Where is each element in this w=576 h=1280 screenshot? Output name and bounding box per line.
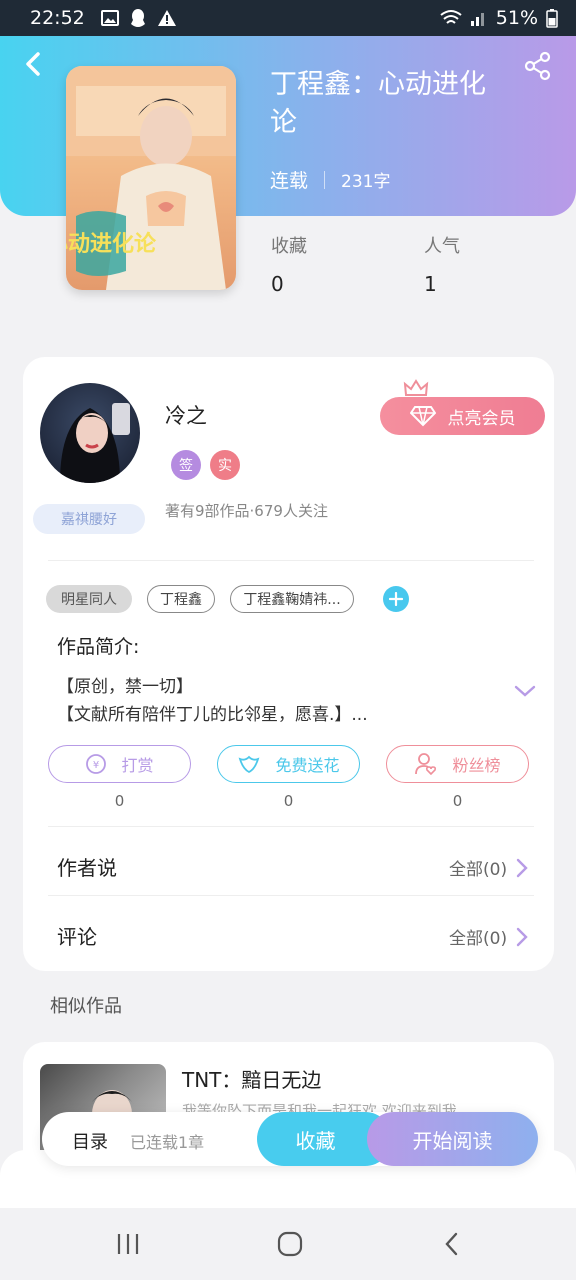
reward-label: 打赏 bbox=[121, 756, 154, 775]
back-icon bbox=[445, 1232, 458, 1256]
coin-icon: ¥ bbox=[86, 754, 107, 774]
tag-category[interactable]: 明星同人 bbox=[46, 585, 132, 613]
intro-line: 【原创，禁一切】 bbox=[57, 677, 193, 697]
fan-tag: 嘉祺腰好 bbox=[33, 504, 145, 534]
diamond-icon bbox=[409, 406, 436, 427]
send-flower-label: 免费送花 bbox=[275, 756, 340, 775]
similar-work-title[interactable]: TNT：黯日无边 bbox=[182, 1064, 321, 1093]
image-icon bbox=[100, 10, 119, 26]
reward-count: 0 bbox=[114, 792, 125, 810]
similar-works-heading: 相似作品 bbox=[50, 996, 122, 1017]
verified-badge: 实 bbox=[210, 450, 240, 480]
serial-status: 连载 bbox=[270, 170, 309, 192]
intro-line: 【文献所有陪伴丁儿的比邻星，愿喜.】... bbox=[57, 705, 368, 725]
wifi-icon bbox=[440, 10, 462, 24]
author-notes-count: 全部(0) bbox=[449, 860, 508, 880]
back-arrow-icon bbox=[26, 52, 40, 76]
author-meta: 著有9部作品·679人关注 bbox=[165, 502, 328, 520]
comments-count: 全部(0) bbox=[449, 929, 508, 949]
home-icon bbox=[277, 1231, 303, 1257]
divider bbox=[48, 895, 534, 896]
fan-ranking-button[interactable]: 粉丝榜 bbox=[386, 745, 529, 783]
author-notes-link[interactable]: 全部(0) bbox=[449, 855, 529, 880]
divider bbox=[48, 560, 534, 561]
flower-count: 0 bbox=[283, 792, 294, 810]
signal-icon bbox=[470, 13, 484, 26]
user-heart-icon bbox=[415, 753, 437, 776]
book-status-row: 连载 231字 bbox=[270, 166, 390, 193]
flower-icon bbox=[239, 755, 260, 774]
toc-button[interactable]: 目录 bbox=[72, 1128, 108, 1154]
status-bar: 22:52 51% bbox=[0, 0, 576, 36]
fan-ranking-label: 粉丝榜 bbox=[452, 756, 501, 775]
chevron-right-icon bbox=[516, 858, 528, 877]
comments-link[interactable]: 全部(0) bbox=[449, 924, 529, 949]
add-tag-button[interactable] bbox=[383, 586, 409, 612]
divider bbox=[48, 826, 534, 827]
divider bbox=[324, 170, 326, 189]
tag-pairing[interactable]: 丁程鑫鞠婧祎... bbox=[230, 585, 354, 613]
cover-illustration: 心动进化论 bbox=[66, 66, 236, 290]
tag-character[interactable]: 丁程鑫 bbox=[147, 585, 215, 613]
plus-icon bbox=[389, 592, 403, 606]
reward-button[interactable]: ¥ 打赏 bbox=[48, 745, 191, 783]
system-back-button[interactable] bbox=[432, 1224, 472, 1264]
vip-button-label: 点亮会员 bbox=[447, 408, 516, 429]
signed-badge: 签 bbox=[171, 450, 201, 480]
start-reading-button[interactable]: 开始阅读 bbox=[367, 1112, 538, 1166]
send-flower-button[interactable]: 免费送花 bbox=[217, 745, 360, 783]
status-time: 22:52 bbox=[30, 7, 85, 29]
book-cover[interactable]: 心动进化论 bbox=[66, 66, 236, 290]
svg-text:¥: ¥ bbox=[93, 760, 99, 771]
stat-favorites: 收藏 0 bbox=[271, 232, 307, 296]
back-button[interactable] bbox=[18, 46, 50, 82]
battery-icon bbox=[546, 9, 558, 28]
chapter-count: 已连载1章 bbox=[130, 1133, 205, 1152]
qq-icon bbox=[130, 9, 145, 27]
battery-percent: 51% bbox=[495, 7, 538, 29]
chevron-right-icon bbox=[516, 927, 528, 946]
stat-label: 人气 bbox=[424, 236, 460, 257]
share-button[interactable] bbox=[522, 50, 554, 82]
recent-apps-button[interactable] bbox=[108, 1224, 148, 1264]
recent-apps-icon bbox=[117, 1234, 139, 1254]
author-avatar[interactable] bbox=[40, 383, 140, 483]
stat-value: 1 bbox=[424, 272, 437, 296]
vip-button[interactable]: 点亮会员 bbox=[380, 397, 545, 435]
stat-value: 0 bbox=[271, 272, 284, 296]
cover-title-text: 心动进化论 bbox=[66, 231, 157, 257]
word-count: 231字 bbox=[341, 172, 391, 192]
warning-icon bbox=[157, 10, 176, 26]
avatar-portrait bbox=[60, 403, 130, 483]
comments-label: 评论 bbox=[57, 925, 97, 949]
author-name[interactable]: 冷之 bbox=[165, 400, 207, 430]
author-notes-label: 作者说 bbox=[57, 856, 117, 880]
chevron-down-icon[interactable] bbox=[513, 683, 537, 699]
crown-icon bbox=[403, 379, 429, 396]
book-title: 丁程鑫：心动进化论 bbox=[270, 69, 486, 138]
home-button[interactable] bbox=[270, 1224, 310, 1264]
stat-label: 收藏 bbox=[271, 236, 307, 257]
stat-popularity: 人气 1 bbox=[424, 232, 460, 296]
share-icon bbox=[524, 51, 551, 81]
fan-count: 0 bbox=[452, 792, 463, 810]
intro-label: 作品简介: bbox=[57, 636, 140, 658]
